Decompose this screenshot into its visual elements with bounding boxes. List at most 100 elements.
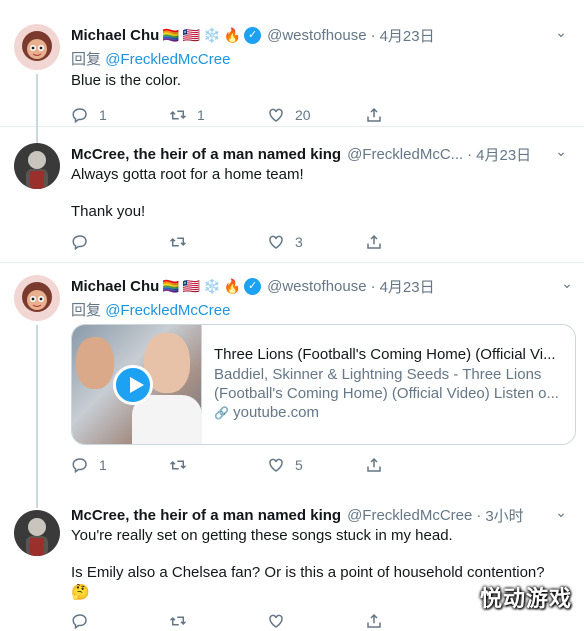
tweet-text: Thank you! — [71, 203, 146, 220]
share-button[interactable] — [365, 612, 463, 630]
reply-icon — [71, 456, 89, 474]
link-icon: 🔗 — [214, 406, 229, 420]
tweet-text: Is Emily also a Chelsea fan? Or is this … — [71, 564, 545, 581]
retweet-button[interactable] — [169, 233, 267, 251]
tweet-header: McCree, the heir of a man named king @Fr… — [71, 504, 570, 526]
reply-button[interactable]: 1 — [71, 456, 169, 474]
tweet-text: Blue is the color. — [71, 72, 182, 89]
name-emoji: ❄️ — [203, 277, 221, 294]
reply-mention-link[interactable]: @FreckledMcCree — [105, 302, 230, 319]
tweet-content: Michael Chu 🏳️‍🌈 🇱🇷 ❄️ 🔥 ✓ @westofhouse … — [71, 275, 576, 496]
separator-dot: · — [476, 506, 482, 524]
timestamp[interactable]: 3小时 — [485, 505, 523, 526]
retweet-icon — [169, 456, 187, 474]
name-emoji: 🇱🇷 — [182, 277, 201, 294]
card-thumbnail — [72, 325, 202, 444]
like-button[interactable] — [267, 612, 365, 630]
reply-prefix: 回复 — [71, 51, 102, 68]
like-button[interactable]: 20 — [267, 106, 365, 124]
avatar[interactable] — [14, 143, 60, 189]
tweet-text: Always gotta root for a home team! — [71, 166, 304, 183]
reply-button[interactable]: 1 — [71, 106, 169, 124]
tweet-header: Michael Chu 🏳️‍🌈 🇱🇷 ❄️ 🔥 ✓ @westofhouse … — [71, 275, 576, 297]
retweet-button[interactable]: 1 — [169, 106, 267, 124]
avatar-column — [14, 24, 71, 150]
name-emoji: 🏳️‍🌈 — [162, 277, 180, 294]
display-name[interactable]: McCree, the heir of a man named king — [71, 507, 341, 524]
reply-prefix: 回复 — [71, 302, 102, 319]
link-card[interactable]: Three Lions (Football's Coming Home) (Of… — [71, 324, 576, 445]
retweet-count: 1 — [197, 107, 205, 123]
name-emoji: 🏳️‍🌈 — [162, 26, 180, 43]
tweet-actions: 3 — [71, 232, 570, 252]
reply-icon — [71, 233, 89, 251]
tweet-header: McCree, the heir of a man named king @Fr… — [71, 143, 570, 165]
tweet[interactable]: McCree, the heir of a man named king @Fr… — [0, 127, 584, 262]
card-description: Baddiel, Skinner & Lightning Seeds - Thr… — [214, 365, 570, 403]
reply-count: 1 — [99, 457, 107, 473]
share-button[interactable] — [365, 233, 463, 251]
tweet[interactable]: Michael Chu 🏳️‍🌈 🇱🇷 ❄️ 🔥 ✓ @westofhouse … — [0, 0, 584, 150]
timestamp[interactable]: 4月23日 — [380, 276, 435, 297]
reply-icon — [71, 612, 89, 630]
like-count: 20 — [295, 107, 311, 123]
share-icon — [365, 456, 383, 474]
timestamp[interactable]: 4月23日 — [380, 25, 435, 46]
tweet-content: Michael Chu 🏳️‍🌈 🇱🇷 ❄️ 🔥 ✓ @westofhouse … — [71, 24, 570, 126]
display-name[interactable]: Michael Chu — [71, 278, 159, 295]
name-emoji: 🔥 — [223, 277, 242, 294]
handle[interactable]: @FreckledMcCree — [347, 507, 472, 524]
reply-button[interactable] — [71, 233, 169, 251]
card-link: 🔗 youtube.com — [214, 404, 563, 421]
share-icon — [365, 106, 383, 124]
display-name[interactable]: McCree, the heir of a man named king — [71, 146, 341, 163]
share-icon — [365, 612, 383, 630]
avatar-column — [14, 504, 71, 631]
verified-badge-icon: ✓ — [244, 277, 262, 295]
chevron-down-icon[interactable]: ⌄ — [558, 275, 576, 292]
avatar[interactable] — [14, 275, 60, 321]
card-domain: youtube.com — [233, 404, 320, 421]
avatar[interactable] — [14, 510, 60, 556]
heart-icon — [267, 106, 285, 124]
retweet-button[interactable] — [169, 456, 267, 474]
like-button[interactable]: 5 — [267, 456, 365, 474]
verified-badge-icon: ✓ — [244, 26, 262, 44]
separator-dot: · — [467, 145, 473, 163]
reply-mention-link[interactable]: @FreckledMcCree — [105, 51, 230, 68]
retweet-icon — [169, 612, 187, 630]
tweet[interactable]: Michael Chu 🏳️‍🌈 🇱🇷 ❄️ 🔥 ✓ @westofhouse … — [0, 263, 584, 508]
tweet-content: McCree, the heir of a man named king @Fr… — [71, 143, 570, 262]
share-button[interactable] — [365, 456, 463, 474]
like-count: 5 — [295, 457, 303, 473]
play-icon[interactable] — [113, 365, 153, 405]
like-button[interactable]: 3 — [267, 233, 365, 251]
tweet-header: Michael Chu 🏳️‍🌈 🇱🇷 ❄️ 🔥 ✓ @westofhouse … — [71, 24, 570, 46]
retweet-button[interactable] — [169, 612, 267, 630]
avatar[interactable] — [14, 24, 60, 70]
retweet-icon — [169, 106, 187, 124]
reply-button[interactable] — [71, 612, 169, 630]
name-emoji: ❄️ — [203, 26, 221, 43]
handle[interactable]: @westofhouse — [267, 27, 366, 44]
card-description-line: (Football's Coming Home) (Official Video… — [214, 385, 559, 402]
thread-line — [36, 325, 38, 508]
heart-icon — [267, 612, 285, 630]
heart-icon — [267, 233, 285, 251]
reply-context: 回复 @FreckledMcCree — [71, 299, 576, 320]
name-emoji: 🇱🇷 — [182, 26, 201, 43]
chevron-down-icon[interactable]: ⌄ — [552, 24, 570, 41]
handle[interactable]: @FreckledMcC... — [347, 146, 463, 163]
chevron-down-icon[interactable]: ⌄ — [552, 143, 570, 160]
timestamp[interactable]: 4月23日 — [476, 144, 531, 165]
tweet-text-blank — [71, 546, 570, 563]
tweet-text-blank — [71, 185, 570, 202]
display-name[interactable]: Michael Chu — [71, 27, 159, 44]
share-button[interactable] — [365, 106, 463, 124]
separator-dot: · — [370, 277, 376, 295]
card-body: Three Lions (Football's Coming Home) (Of… — [202, 325, 575, 444]
tweet-actions — [71, 611, 570, 631]
chevron-down-icon[interactable]: ⌄ — [552, 504, 570, 521]
tweet-actions: 1 1 20 — [71, 105, 570, 125]
handle[interactable]: @westofhouse — [267, 278, 366, 295]
